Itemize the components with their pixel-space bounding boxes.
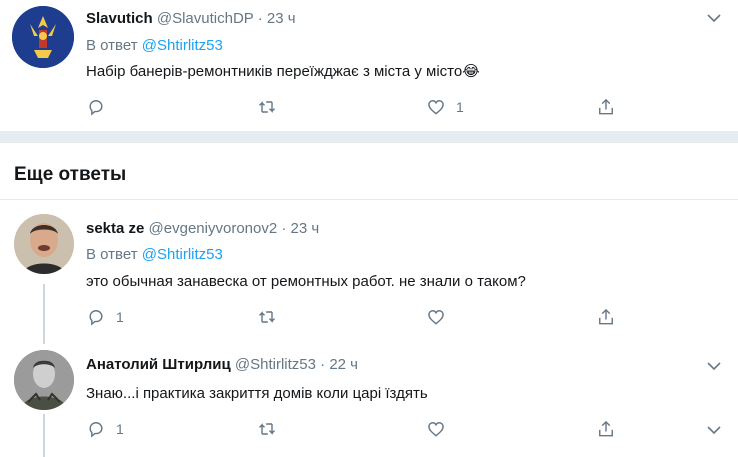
- author-name[interactable]: Slavutich: [86, 10, 153, 27]
- reply-prefix: В ответ: [86, 37, 138, 54]
- person-icon: [14, 350, 74, 410]
- tweet-time[interactable]: 22 ч: [329, 356, 358, 373]
- retweet-icon: [258, 101, 276, 113]
- reply-mention[interactable]: @Shtirlitz53: [142, 246, 223, 263]
- tweet-time[interactable]: 23 ч: [267, 10, 296, 27]
- like-button[interactable]: 1: [426, 97, 464, 117]
- avatar[interactable]: [12, 6, 74, 68]
- share-icon: [599, 98, 613, 115]
- retweet-button[interactable]: [257, 97, 287, 117]
- heart-icon: [428, 100, 444, 115]
- tweet-text: Знаю...і практика закриття домів коли ца…: [86, 385, 428, 402]
- tweet-text: Набір банерів-ремонтників переїжджає з м…: [86, 63, 480, 80]
- share-button[interactable]: [596, 97, 616, 117]
- avatar[interactable]: [14, 214, 74, 274]
- reply-prefix: В ответ: [86, 246, 138, 263]
- reply-count: 1: [116, 421, 124, 437]
- retweet-button[interactable]: [257, 419, 287, 439]
- section-title: Еще ответы: [14, 164, 127, 185]
- reply-icon: [89, 100, 103, 116]
- tweet-slavutich[interactable]: Slavutich @SlavutichDP · 23 ч В ответ @S…: [0, 0, 738, 131]
- reply-context: В ответ @Shtirlitz53: [86, 246, 223, 263]
- like-count: 1: [456, 99, 464, 115]
- reply-icon: [89, 422, 103, 438]
- like-button[interactable]: [426, 419, 456, 439]
- author-name[interactable]: Анатолий Штирлиц: [86, 356, 231, 373]
- heart-icon: [428, 310, 444, 325]
- emblem-icon: [12, 6, 74, 68]
- tweet-time[interactable]: 23 ч: [291, 220, 320, 237]
- share-icon: [599, 420, 613, 437]
- reply-context: В ответ @Shtirlitz53: [86, 37, 223, 54]
- reply-count: 1: [116, 309, 124, 325]
- author-handle[interactable]: @evgeniyvoronov2: [149, 220, 278, 237]
- tweet-text: это обычная занавеска от ремонтных работ…: [86, 273, 526, 290]
- heart-icon: [428, 422, 444, 437]
- retweet-icon: [258, 423, 276, 435]
- author-name[interactable]: sekta ze: [86, 220, 144, 237]
- section-separator: [0, 131, 738, 143]
- separator-dot: ·: [320, 356, 326, 373]
- chevron-down-icon[interactable]: [706, 10, 722, 26]
- separator-dot: ·: [257, 10, 263, 27]
- retweet-button[interactable]: [257, 307, 287, 327]
- thread-line: [43, 284, 45, 344]
- share-button[interactable]: [596, 419, 616, 439]
- retweet-icon: [258, 311, 276, 323]
- share-icon: [599, 308, 613, 325]
- thread-line: [43, 414, 45, 457]
- tweet-sekta-ze[interactable]: sekta ze @evgeniyvoronov2 · 23 ч В ответ…: [0, 200, 738, 435]
- reply-icon: [89, 310, 103, 326]
- chevron-down-icon[interactable]: [706, 358, 722, 374]
- avatar[interactable]: [14, 350, 74, 410]
- reply-button[interactable]: [86, 97, 116, 117]
- author-handle[interactable]: @SlavutichDP: [157, 10, 254, 27]
- like-button[interactable]: [426, 307, 456, 327]
- reply-mention[interactable]: @Shtirlitz53: [142, 37, 223, 54]
- person-icon: [14, 214, 74, 274]
- reply-button[interactable]: 1: [86, 419, 124, 439]
- share-button[interactable]: [596, 307, 616, 327]
- author-handle[interactable]: @Shtirlitz53: [235, 356, 316, 373]
- reply-button[interactable]: 1: [86, 307, 124, 327]
- tweet-shtirlitz[interactable]: Анатолий Штирлиц @Shtirlitz53 · 22 ч Зна…: [0, 336, 738, 457]
- separator-dot: ·: [281, 220, 287, 237]
